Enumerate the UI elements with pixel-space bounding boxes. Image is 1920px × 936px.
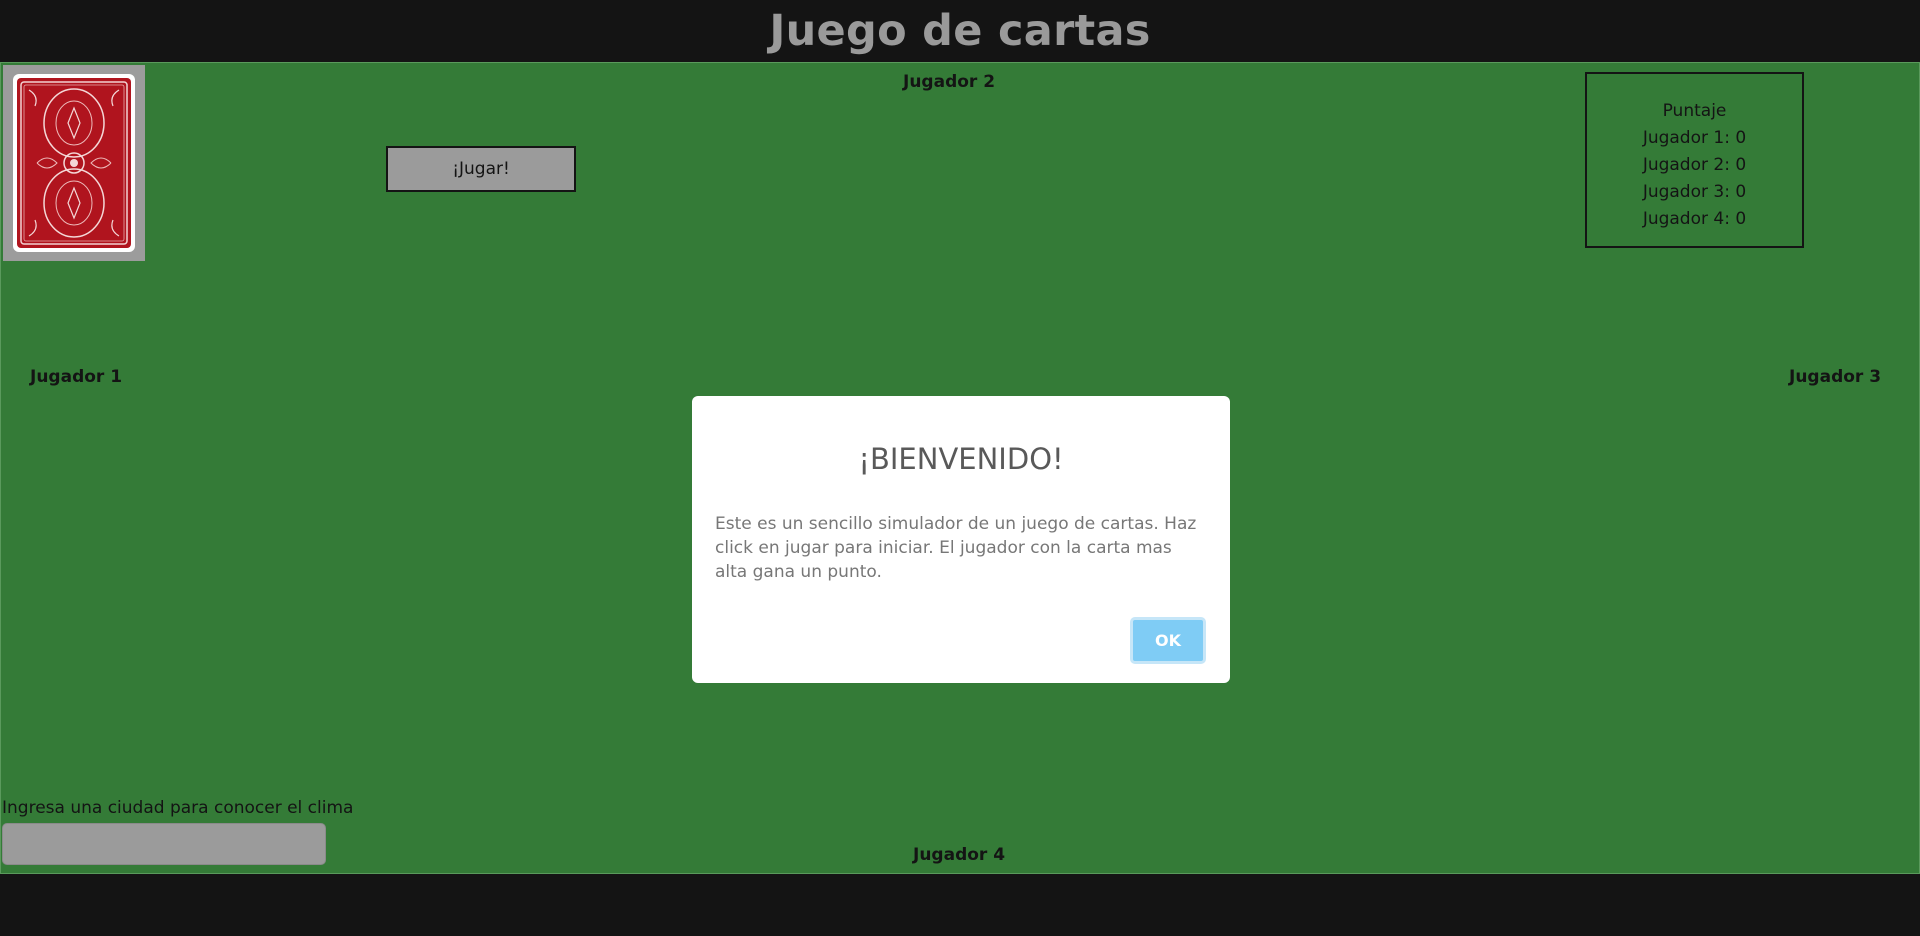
weather-label: Ingresa una ciudad para conocer el clima: [2, 798, 354, 818]
modal-text: Este es un sencillo simulador de un jueg…: [715, 514, 1197, 582]
modal-title: ¡BIENVENIDO!: [858, 442, 1064, 476]
play-button[interactable]: ¡Jugar!: [386, 146, 576, 192]
card-back-icon: [13, 74, 135, 252]
player-3-label: Jugador 3: [1789, 367, 1882, 387]
card-deck[interactable]: [3, 65, 145, 261]
score-row: Jugador 4: 0: [1642, 209, 1747, 229]
scoreboard-title: Puntaje: [1662, 101, 1727, 121]
ok-button[interactable]: OK: [1130, 617, 1206, 664]
player-1-label: Jugador 1: [30, 367, 123, 387]
score-row: Jugador 3: 0: [1642, 182, 1747, 202]
page-title: Juego de cartas: [769, 5, 1151, 56]
scoreboard: Puntaje Jugador 1: 0 Jugador 2: 0 Jugado…: [1585, 72, 1804, 248]
city-input[interactable]: [2, 823, 326, 865]
player-2-label: Jugador 2: [903, 72, 996, 92]
welcome-modal: ¡BIENVENIDO! Este es un sencillo simulad…: [692, 396, 1230, 683]
header: Juego de cartas: [0, 0, 1920, 62]
score-row: Jugador 1: 0: [1642, 128, 1747, 148]
player-4-label: Jugador 4: [913, 845, 1006, 865]
game-table: ¡Jugar! Jugador 2 Jugador 1 Jugador 3 Ju…: [0, 62, 1920, 874]
score-row: Jugador 2: 0: [1642, 155, 1747, 175]
